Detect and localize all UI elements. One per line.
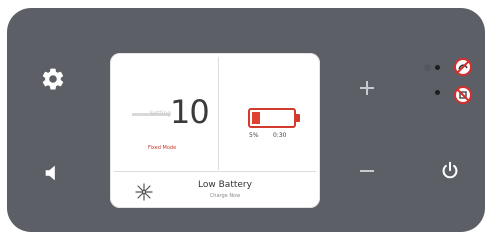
battery-terminal <box>296 114 300 122</box>
fan-icon <box>134 182 154 206</box>
gear-icon <box>40 66 66 92</box>
screen-divider-vertical <box>218 57 219 170</box>
display-screen: Setting 10 Fixed Mode 5% 0:30 Low Batter… <box>110 53 320 208</box>
power-button[interactable] <box>427 148 473 194</box>
alert-title: Low Battery <box>198 180 252 190</box>
settings-button[interactable] <box>30 56 76 102</box>
status-led-2 <box>435 90 440 95</box>
no-flow-icon <box>453 57 473 81</box>
minus-icon <box>358 162 376 180</box>
speed-mode-caption: Fixed Mode <box>148 145 177 151</box>
status-led-1-ring <box>424 64 431 71</box>
status-led-1 <box>435 65 440 70</box>
control-panel: Setting 10 Fixed Mode 5% 0:30 Low Batter… <box>7 8 485 232</box>
plus-icon <box>358 79 376 97</box>
screen-divider-horizontal <box>114 171 316 172</box>
speed-setting-label: Setting <box>149 110 171 117</box>
alert-subtitle: Charge Now <box>209 193 241 199</box>
speed-value: 10 <box>170 93 210 131</box>
no-power-icon <box>453 85 473 109</box>
decrease-button[interactable] <box>344 148 390 194</box>
sound-button[interactable] <box>30 150 76 196</box>
battery-indicator <box>248 108 296 128</box>
increase-button[interactable] <box>344 65 390 111</box>
battery-percent: 5% <box>249 132 259 139</box>
battery-level-fill <box>252 112 260 124</box>
power-icon <box>439 160 461 182</box>
battery-time: 0:30 <box>273 132 287 139</box>
speaker-icon <box>42 162 64 184</box>
